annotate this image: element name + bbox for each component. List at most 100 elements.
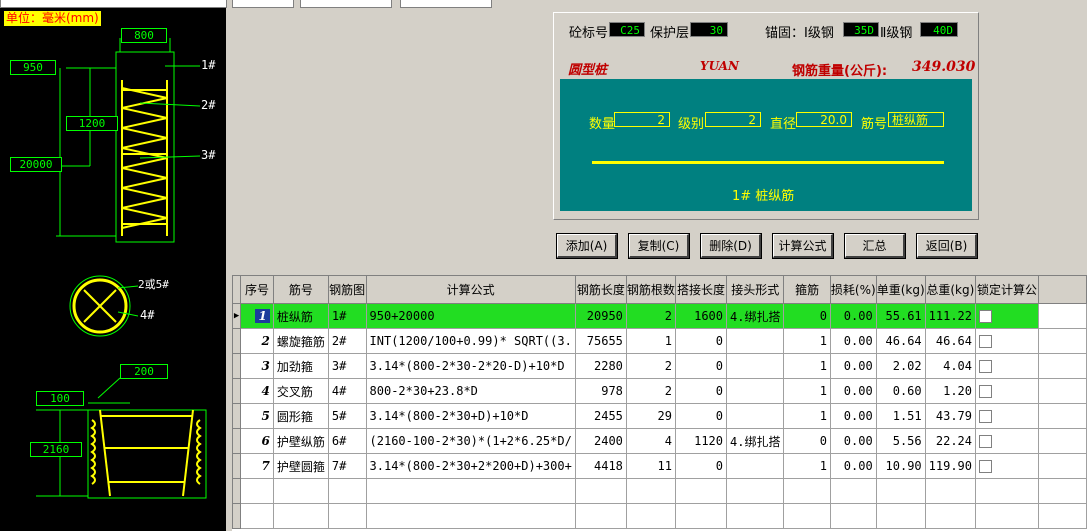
header-seq[interactable]: 序号 [240,275,274,304]
cell-len[interactable]: 978 [574,378,627,404]
cell-fig[interactable]: 1# [327,303,367,329]
table-row[interactable]: 7 护壁圆箍 7# 3.14*(800-2*30+2*200+D)+300+ 4418 1… [232,453,1087,479]
cell-count[interactable]: 29 [625,403,676,429]
cell-lap[interactable]: 1600 [674,303,728,329]
cell-unit[interactable] [875,478,926,504]
delete-button[interactable]: 删除(D) [700,233,762,259]
cell-total[interactable]: 119.90 [924,453,977,479]
header-lap[interactable]: 搭接长度 [674,275,728,304]
cell-name[interactable]: 螺旋箍筋 [272,328,329,354]
cell-stirrup[interactable]: 0 [783,428,831,454]
table-row[interactable]: 3 加劲箍 3# 3.14*(800-2*30-2*20-D)+10*D 2280 2 0 1… [232,353,1087,379]
table-row[interactable]: 5 圆形箍 5# 3.14*(800-2*30+D)+10*D 2455 29 0 1 0.00… [232,403,1087,429]
cell-stirrup[interactable] [783,503,831,529]
cell-name[interactable] [272,503,329,529]
cell-lock[interactable] [974,428,1040,454]
cell-count[interactable]: 2 [625,353,676,379]
cell-unit[interactable]: 1.51 [875,403,926,429]
cell-total[interactable] [924,503,977,529]
lock-checkbox[interactable] [979,435,992,448]
cell-count[interactable]: 11 [625,453,676,479]
cell-stirrup[interactable]: 1 [783,453,831,479]
row-indicator[interactable] [232,503,242,529]
cell-loss[interactable]: 0.00 [829,428,877,454]
cell-count[interactable] [625,503,676,529]
cell-formula[interactable]: 3.14*(800-2*30-2*20-D)+10*D [365,353,576,379]
cell-len[interactable] [574,503,627,529]
cell-seq[interactable]: 7 [240,453,274,479]
copy-button[interactable]: 复制(C) [628,233,690,259]
cell-joint[interactable]: 4.绑扎搭 [725,428,785,454]
table-row[interactable]: 2 螺旋箍筋 2# INT(1200/100+0.99)* SQRT((3. 75655… [232,328,1087,354]
cell-lap[interactable]: 0 [674,453,728,479]
cell-len[interactable] [574,478,627,504]
cell-fig[interactable]: 5# [327,403,367,429]
cell-name[interactable]: 护壁圆箍 [272,453,329,479]
cell-total[interactable]: 4.04 [924,353,977,379]
cell-loss[interactable] [829,478,877,504]
cell-loss[interactable]: 0.00 [829,303,877,329]
cover-field[interactable]: 30 [690,22,728,37]
cell-stirrup[interactable]: 1 [783,353,831,379]
cell-joint[interactable] [725,453,785,479]
header-count[interactable]: 钢筋根数 [625,275,676,304]
cell-total[interactable]: 1.20 [924,378,977,404]
cell-lap[interactable]: 0 [674,353,728,379]
row-indicator[interactable] [232,453,242,479]
header-length[interactable]: 钢筋长度 [574,275,627,304]
cell-stirrup[interactable]: 1 [783,378,831,404]
header-lock[interactable]: 锁定计算公 [974,275,1040,304]
cell-formula[interactable] [365,503,576,529]
cell-seq[interactable]: 6 [240,428,274,454]
cell-lap[interactable] [674,503,728,529]
cell-lap[interactable] [674,478,728,504]
cell-name[interactable]: 桩纵筋 [272,303,329,329]
formula-button[interactable]: 计算公式 [772,233,834,259]
cell-unit[interactable]: 0.60 [875,378,926,404]
header-bar-figure[interactable]: 钢筋图 [327,275,367,304]
cell-seq[interactable]: 1 [240,303,274,329]
table-row[interactable]: 4 交叉筋 4# 800-2*30+23.8*D 978 2 0 1 0.00 0.60 1.20 [232,378,1087,404]
row-indicator[interactable]: ▶ [232,303,242,329]
cell-name[interactable]: 护壁纵筋 [272,428,329,454]
add-button[interactable]: 添加(A) [556,233,618,259]
cell-stirrup[interactable]: 0 [783,303,831,329]
cell-lock[interactable] [974,328,1040,354]
cell-formula[interactable]: 3.14*(800-2*30+2*200+D)+300+ [365,453,576,479]
cell-fig[interactable] [327,503,367,529]
cell-joint[interactable] [725,478,785,504]
cell-lock[interactable] [974,503,1040,529]
diameter-field[interactable]: 20.0 [796,112,852,127]
cell-joint[interactable] [725,403,785,429]
cell-formula[interactable]: INT(1200/100+0.99)* SQRT((3. [365,328,576,354]
header-loss[interactable]: 损耗(%) [829,275,877,304]
anchor-grade1-field[interactable]: 35D [843,22,879,37]
cell-count[interactable]: 2 [625,378,676,404]
cell-stirrup[interactable]: 1 [783,328,831,354]
table-row[interactable] [232,478,1087,504]
cell-loss[interactable]: 0.00 [829,353,877,379]
lock-checkbox[interactable] [979,335,992,348]
cell-unit[interactable]: 2.02 [875,353,926,379]
cell-joint[interactable] [725,378,785,404]
cell-fig[interactable]: 7# [327,453,367,479]
cell-loss[interactable]: 0.00 [829,453,877,479]
row-indicator[interactable] [232,353,242,379]
row-indicator[interactable] [232,378,242,404]
table-row[interactable]: 6 护壁纵筋 6# (2160-100-2*30)*(1+2*6.25*D/2400 4… [232,428,1087,454]
cell-unit[interactable]: 10.90 [875,453,926,479]
cell-fig[interactable]: 4# [327,378,367,404]
cell-lock[interactable] [974,478,1040,504]
table-row[interactable]: ▶ 1 桩纵筋 1# 950+20000 20950 2 1600 4.绑扎搭 0 0.00 55.6… [232,303,1087,329]
cell-lock[interactable] [974,378,1040,404]
cell-loss[interactable] [829,503,877,529]
cell-total[interactable]: 46.64 [924,328,977,354]
cell-joint[interactable] [725,503,785,529]
cell-loss[interactable]: 0.00 [829,403,877,429]
cell-lap[interactable]: 0 [674,328,728,354]
cell-lap[interactable]: 1120 [674,428,728,454]
cell-formula[interactable]: 800-2*30+23.8*D [365,378,576,404]
cell-lock[interactable] [974,303,1040,329]
concrete-grade-field[interactable]: C25 [609,22,645,37]
cell-stirrup[interactable]: 1 [783,403,831,429]
